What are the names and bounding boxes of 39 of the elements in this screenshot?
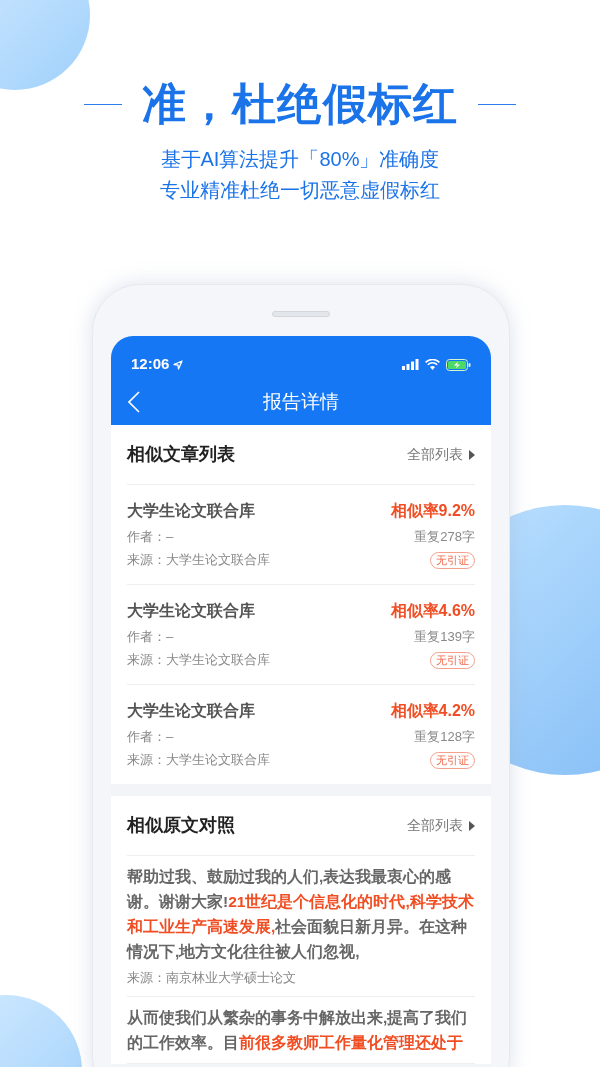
source-text: 来源：大学生论文联合库 <box>127 651 270 670</box>
subtitle-line: 专业精准杜绝一切恶意虚假标红 <box>160 178 440 203</box>
headline: 准，杜绝假标红 <box>142 82 458 126</box>
repeat-count: 重复128字 <box>414 728 475 747</box>
status-time: 12:06 <box>131 354 170 375</box>
author-text: 作者：– <box>127 728 174 747</box>
section-title: 相似文章列表 <box>127 443 235 466</box>
screen-title: 报告详情 <box>263 390 339 415</box>
signal-icon <box>402 359 419 370</box>
excerpt-paragraph: 帮助过我、鼓励过我的人们,表达我最衷心的感谢。谢谢大家!21世纪是个信息化的时代,科学技术和工业生产高速发展,社会面貌日新月异。在这种情况下,地方文化往往被人们忽视, <box>127 867 475 962</box>
subtitle-line: 基于AI算法提升「80%」准确度 <box>160 147 440 172</box>
repeat-count: 重复139字 <box>414 628 475 647</box>
battery-charging-icon <box>446 358 471 371</box>
article-source-name: 大学生论文联合库 <box>127 701 255 721</box>
caret-icon <box>469 820 475 831</box>
view-all-link[interactable]: 全部列表 <box>407 444 475 465</box>
excerpt-paragraph: 从而使我们从繁杂的事务中解放出来,提高了我们的工作效率。目前很多教师工作量化管理还处于 <box>127 1007 469 1053</box>
source-text: 来源：南京林业大学硕士论文 <box>127 969 297 987</box>
similarity-rate: 相似率4.2% <box>390 701 475 721</box>
article-item[interactable]: 大学生论文联合库 相似率4.2% 作者：– 重复128字 来源：大学生论文联合库 无引证 <box>127 685 475 784</box>
location-arrow-icon <box>173 359 184 370</box>
back-button[interactable] <box>125 390 143 414</box>
speaker-slot <box>272 311 330 317</box>
wifi-icon <box>425 359 440 370</box>
caret-icon <box>469 449 475 460</box>
similarity-rate: 相似率9.2% <box>390 501 475 521</box>
repeat-count: 重复278字 <box>414 528 475 547</box>
article-source-name: 大学生论文联合库 <box>127 501 255 521</box>
article-item[interactable]: 大学生论文联合库 相似率9.2% 作者：– 重复278字 来源：大学生论文联合库 无引证 <box>127 485 475 585</box>
section-title: 相似原文对照 <box>127 814 235 837</box>
author-text: 作者：– <box>127 528 174 547</box>
source-text: 来源：大学生论文联合库 <box>127 551 270 570</box>
view-all-link[interactable]: 全部列表 <box>407 815 475 836</box>
author-text: 作者：– <box>127 628 174 647</box>
article-source-name: 大学生论文联合库 <box>127 601 255 621</box>
source-text: 来源：大学生论文联合库 <box>127 751 270 770</box>
back-icon <box>128 391 140 413</box>
article-item[interactable]: 大学生论文联合库 相似率4.6% 作者：– 重复139字 来源：大学生论文联合库 无引证 <box>127 585 475 685</box>
similarity-rate: 相似率4.6% <box>390 601 475 621</box>
